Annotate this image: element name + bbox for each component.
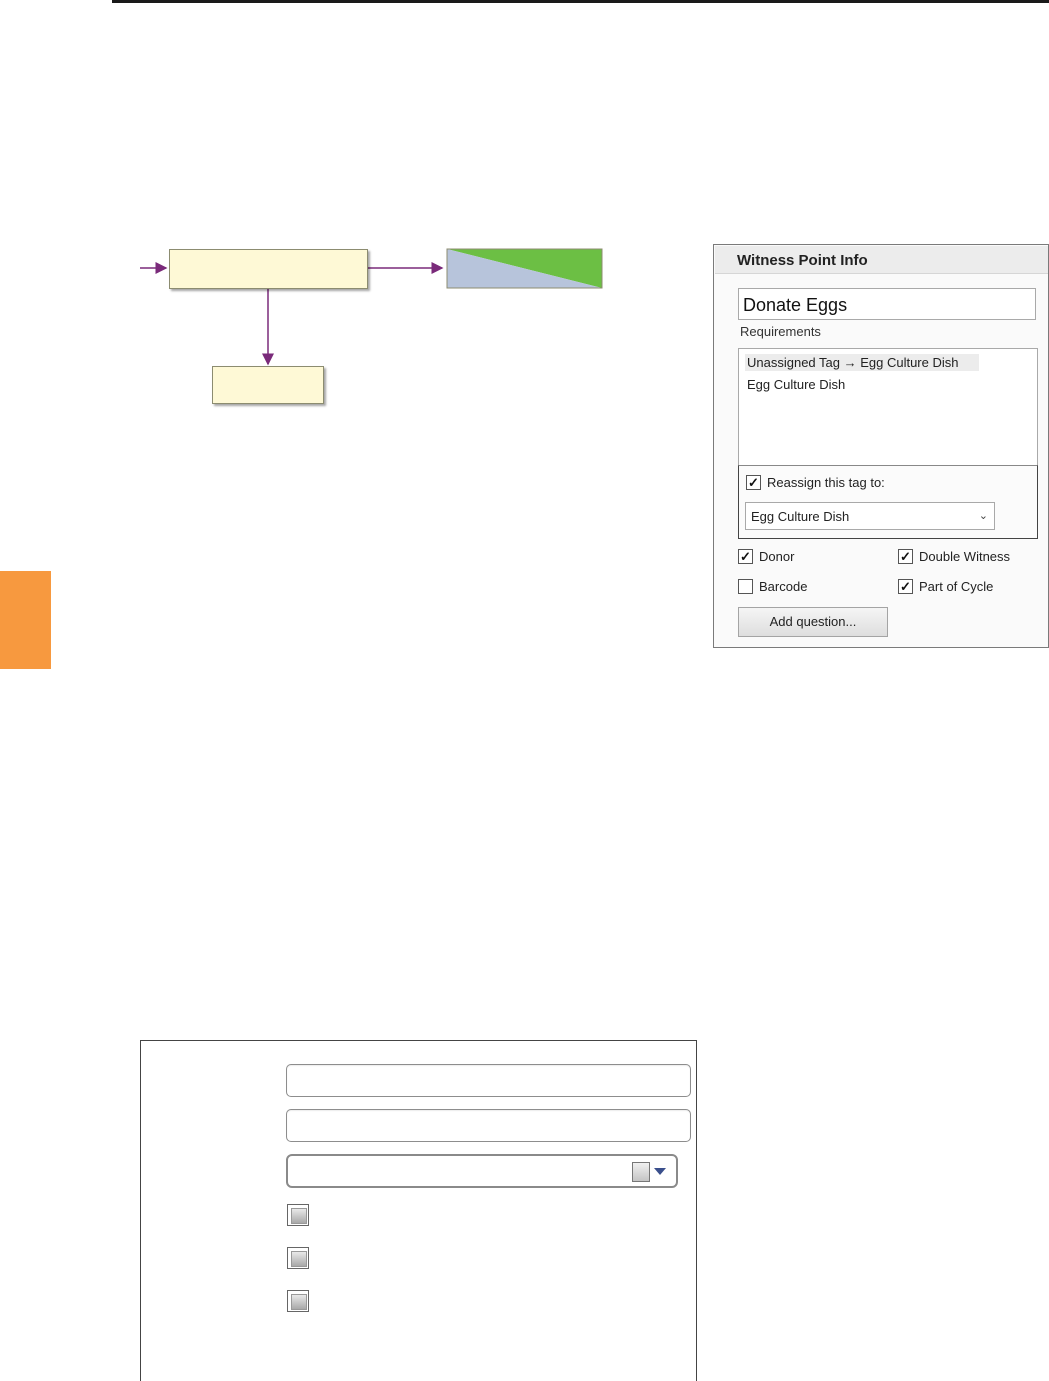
check-icon: ✓ [748,475,759,490]
double-witness-checkbox[interactable]: ✓ [898,549,913,564]
document-icon [632,1162,650,1182]
check-icon: ✓ [900,579,911,594]
form-panel [140,1040,697,1381]
requirements-label: Requirements [740,324,821,339]
panel-title: Witness Point Info [737,252,868,269]
form-text-input[interactable] [286,1064,691,1097]
chevron-down-icon [654,1168,666,1175]
reassign-checkbox[interactable]: ✓ [746,475,761,490]
double-witness-label: Double Witness [919,549,1011,564]
reassign-label: Reassign this tag to: [767,475,885,490]
form-select[interactable] [286,1154,678,1188]
add-question-button[interactable]: Add question... [738,607,888,637]
list-item[interactable]: Egg Culture Dish [747,377,845,392]
requirements-list[interactable]: Unassigned Tag → Egg Culture Dish Egg Cu… [738,348,1038,468]
part-of-cycle-checkbox[interactable]: ✓ [898,579,913,594]
flow-diagram [130,240,630,420]
donor-checkbox[interactable]: ✓ [738,549,753,564]
reassign-select[interactable]: Egg Culture Dish ⌄ [745,502,995,530]
form-checkbox[interactable] [287,1290,309,1312]
form-checkbox[interactable] [287,1247,309,1269]
top-rule [112,0,1049,3]
chapter-tab [0,571,51,669]
barcode-label: Barcode [759,579,808,594]
form-checkbox[interactable] [287,1204,309,1226]
witness-point-panel: Witness Point Info Donate Eggs Requireme… [713,244,1049,648]
process-box-main [169,249,368,289]
check-icon: ✓ [740,549,751,564]
part-of-cycle-label: Part of Cycle [919,579,994,594]
form-text-input[interactable] [286,1109,691,1142]
witness-name-input[interactable]: Donate Eggs [738,288,1036,320]
status-box [446,248,603,289]
reassign-section: ✓ Reassign this tag to: Egg Culture Dish… [738,465,1038,539]
process-box-sub [212,366,324,404]
chevron-down-icon: ⌄ [978,510,988,522]
barcode-checkbox[interactable] [738,579,753,594]
donor-label: Donor [759,549,795,564]
list-item[interactable]: Unassigned Tag → Egg Culture Dish [745,354,979,371]
reassign-select-value: Egg Culture Dish [751,509,850,524]
check-icon: ✓ [900,549,911,564]
panel-header: Witness Point Info [715,246,1048,274]
